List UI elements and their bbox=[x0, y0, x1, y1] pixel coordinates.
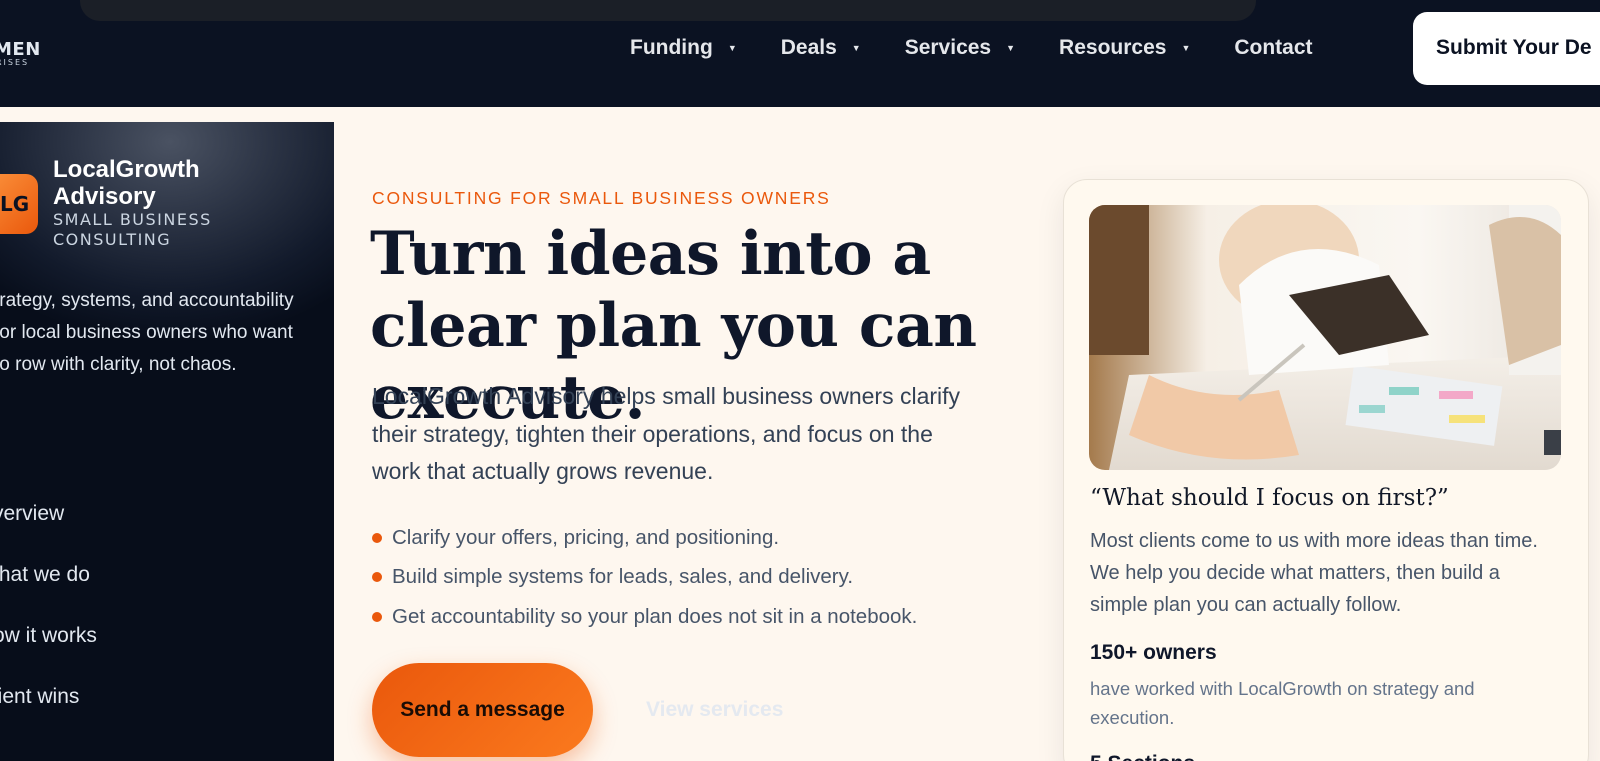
bullet-dot-icon bbox=[372, 611, 382, 622]
top-strip bbox=[80, 0, 1256, 21]
sidebar-description: trategy, systems, and accountability for… bbox=[0, 290, 294, 375]
hero-eyebrow: CONSULTING FOR SMALL BUSINESS OWNERS bbox=[372, 188, 831, 208]
sidebar-item-what-we-do[interactable]: /hat we do bbox=[0, 563, 97, 624]
site-logo[interactable]: MEN bbox=[0, 39, 41, 60]
bullet-text: Build simple systems for leads, sales, a… bbox=[392, 565, 854, 589]
sidebar-item-client-wins[interactable]: lient wins bbox=[0, 685, 97, 746]
top-navigation-bar: MEN RISES Funding ▼ Deals ▼ Services ▼ R… bbox=[0, 0, 1600, 107]
nav-deals-label: Deals bbox=[780, 36, 837, 59]
sidebar-nav: verview /hat we do ow it works lient win… bbox=[0, 502, 97, 746]
stat-number-2: 5 Sections bbox=[1090, 752, 1195, 761]
caret-down-icon: ▼ bbox=[1006, 43, 1016, 53]
nav-deals[interactable]: Deals ▼ bbox=[781, 36, 861, 60]
nav-contact-label: Contact bbox=[1234, 36, 1313, 59]
nav-resources[interactable]: Resources ▼ bbox=[1059, 36, 1190, 60]
nav-resources-label: Resources bbox=[1059, 36, 1167, 59]
sidebar: LG LocalGrowth Advisory SMALL BUSINESS C… bbox=[0, 122, 334, 761]
send-message-button[interactable]: Send a message bbox=[372, 663, 593, 757]
bullet-dot-icon bbox=[372, 572, 382, 583]
bullet-text: Clarify your offers, pricing, and positi… bbox=[392, 525, 780, 549]
brand-badge-icon: LG bbox=[0, 174, 38, 234]
card-body-text: Most clients come to us with more ideas … bbox=[1090, 530, 1538, 616]
nav-funding-label: Funding bbox=[630, 36, 713, 59]
stat-description: have worked with LocalGrowth on strategy… bbox=[1090, 678, 1475, 728]
nav-services[interactable]: Services ▼ bbox=[905, 36, 1015, 60]
submit-deal-button[interactable]: Submit Your De bbox=[1413, 12, 1600, 85]
card-quote: “What should I focus on first?” bbox=[1090, 485, 1449, 511]
caret-down-icon: ▼ bbox=[1181, 43, 1191, 53]
stat-number: 150+ owners bbox=[1090, 641, 1217, 664]
sidebar-item-overview[interactable]: verview bbox=[0, 502, 97, 563]
brand-name-line1: LocalGrowth bbox=[53, 156, 200, 183]
brand-tagline: SMALL BUSINESS CONSULTING bbox=[53, 210, 212, 249]
caret-down-icon: ▼ bbox=[851, 43, 861, 53]
site-logo-subtext: RISES bbox=[0, 58, 30, 67]
main-nav: Funding ▼ Deals ▼ Services ▼ Resources ▼… bbox=[630, 36, 1357, 60]
hero-lead: LocalGrowth Advisory helps small busines… bbox=[372, 383, 961, 484]
caret-down-icon: ▼ bbox=[727, 43, 737, 53]
bullet-item: Build simple systems for leads, sales, a… bbox=[372, 558, 917, 598]
bullet-item: Clarify your offers, pricing, and positi… bbox=[372, 518, 917, 558]
nav-contact[interactable]: Contact bbox=[1234, 36, 1312, 60]
view-services-link[interactable]: View services bbox=[646, 698, 783, 722]
bullet-item: Get accountability so your plan does not… bbox=[372, 597, 917, 637]
nav-services-label: Services bbox=[904, 36, 992, 59]
hero-bullet-list: Clarify your offers, pricing, and positi… bbox=[372, 518, 917, 637]
hero-card: “What should I focus on first?” Most cli… bbox=[1063, 179, 1589, 761]
brand-name: LocalGrowth Advisory bbox=[53, 156, 253, 210]
bullet-dot-icon bbox=[372, 532, 382, 543]
sidebar-item-how-it-works[interactable]: ow it works bbox=[0, 624, 97, 685]
brand-name-line2: Advisory bbox=[53, 183, 156, 210]
bullet-text: Get accountability so your plan does not… bbox=[392, 604, 918, 628]
team-meeting-photo bbox=[1089, 205, 1561, 470]
nav-funding[interactable]: Funding ▼ bbox=[630, 36, 737, 60]
